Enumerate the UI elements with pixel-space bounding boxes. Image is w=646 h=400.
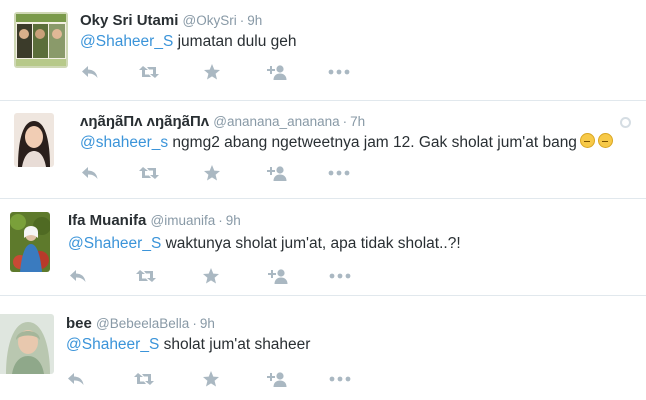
display-name[interactable]: Oky Sri Utami [80,12,178,29]
tweet-header: ʌŋãŋãПʌ ʌŋãŋãПʌ @ananana_ananana · 7h [80,113,365,131]
tweet-feed: Oky Sri Utami @OkySri · 9h @Shaheer_S juma… [0,0,646,400]
tweet-body: waktunya sholat jum'at, apa tidak sholat… [161,235,461,252]
mention-link[interactable]: @Shaheer_S [80,33,173,50]
avatar[interactable] [14,113,54,167]
username[interactable]: @ananana_ananana [213,114,339,129]
add-user-icon[interactable] [265,63,287,83]
tweet-body: ngmg2 abang ngetweetnya jam 12. Gak shol… [168,134,577,151]
username[interactable]: @imuanifa [151,213,216,228]
add-user-icon[interactable] [266,267,288,287]
add-user-icon[interactable] [265,164,287,184]
retweet-icon[interactable] [138,63,160,83]
meta-separator: · [218,213,223,228]
retweet-icon[interactable] [133,370,155,390]
tweet-header: Ifa Muanifa @imuanifa · 9h [68,212,241,230]
tweet-text: @shaheer_s ngmg2 abang ngetweetnya jam 1… [80,133,613,153]
tweet-actions [68,267,368,287]
reply-icon[interactable] [68,267,90,287]
avatar[interactable] [10,212,50,272]
reply-icon[interactable] [80,164,102,184]
timestamp[interactable]: 9h [200,316,215,331]
sad-face-emoji-icon [579,133,595,148]
more-dots-icon[interactable] [328,370,352,390]
tweet-text: @Shaheer_S jumatan dulu geh [80,32,297,52]
tweet-actions [80,63,380,83]
mention-link[interactable]: @Shaheer_S [66,336,159,353]
star-icon[interactable] [202,370,224,390]
mention-link[interactable]: @Shaheer_S [68,235,161,252]
star-icon[interactable] [202,267,224,287]
unamused-face-emoji-icon [597,133,613,148]
reply-icon[interactable] [80,63,102,83]
more-dots-icon[interactable] [327,63,351,83]
more-dots-icon[interactable] [328,267,352,287]
tweet: Oky Sri Utami @OkySri · 9h @Shaheer_S juma… [0,0,646,100]
tweet-body: sholat jum'at shaheer [159,336,311,353]
tweet-header: bee @BebeelaBella · 9h [66,315,215,333]
tweet-actions [80,164,380,184]
display-name[interactable]: bee [66,315,92,332]
tweet-body: jumatan dulu geh [173,33,297,50]
gear-icon[interactable] [620,117,631,128]
avatar[interactable] [0,314,54,374]
timestamp[interactable]: 9h [247,13,262,28]
username[interactable]: @BebeelaBella [96,316,189,331]
tweet-text: @Shaheer_S sholat jum'at shaheer [66,335,310,355]
add-user-icon[interactable] [265,370,287,390]
star-icon[interactable] [203,63,225,83]
star-icon[interactable] [203,164,225,184]
username[interactable]: @OkySri [183,13,237,28]
tweet: ʌŋãŋãПʌ ʌŋãŋãПʌ @ananana_ananana · 7h @sha… [0,101,646,198]
reply-icon[interactable] [66,370,88,390]
avatar[interactable] [14,12,68,68]
meta-separator: · [192,316,197,331]
mention-link[interactable]: @shaheer_s [80,134,168,151]
retweet-icon[interactable] [135,267,157,287]
meta-separator: · [239,13,245,28]
tweet: bee @BebeelaBella · 9h @Shaheer_S sholat j… [0,296,646,400]
meta-separator: · [342,114,348,129]
more-dots-icon[interactable] [327,164,351,184]
display-name[interactable]: ʌŋãŋãПʌ ʌŋãŋãПʌ [80,113,209,130]
retweet-icon[interactable] [138,164,160,184]
display-name[interactable]: Ifa Muanifa [68,212,146,229]
tweet-text: @Shaheer_S waktunya sholat jum'at, apa t… [68,234,461,254]
tweet-header: Oky Sri Utami @OkySri · 9h [80,12,262,30]
timestamp[interactable]: 7h [350,114,365,129]
timestamp[interactable]: 9h [226,213,241,228]
tweet: Ifa Muanifa @imuanifa · 9h @Shaheer_S wakt… [0,199,646,295]
tweet-actions [66,370,366,390]
